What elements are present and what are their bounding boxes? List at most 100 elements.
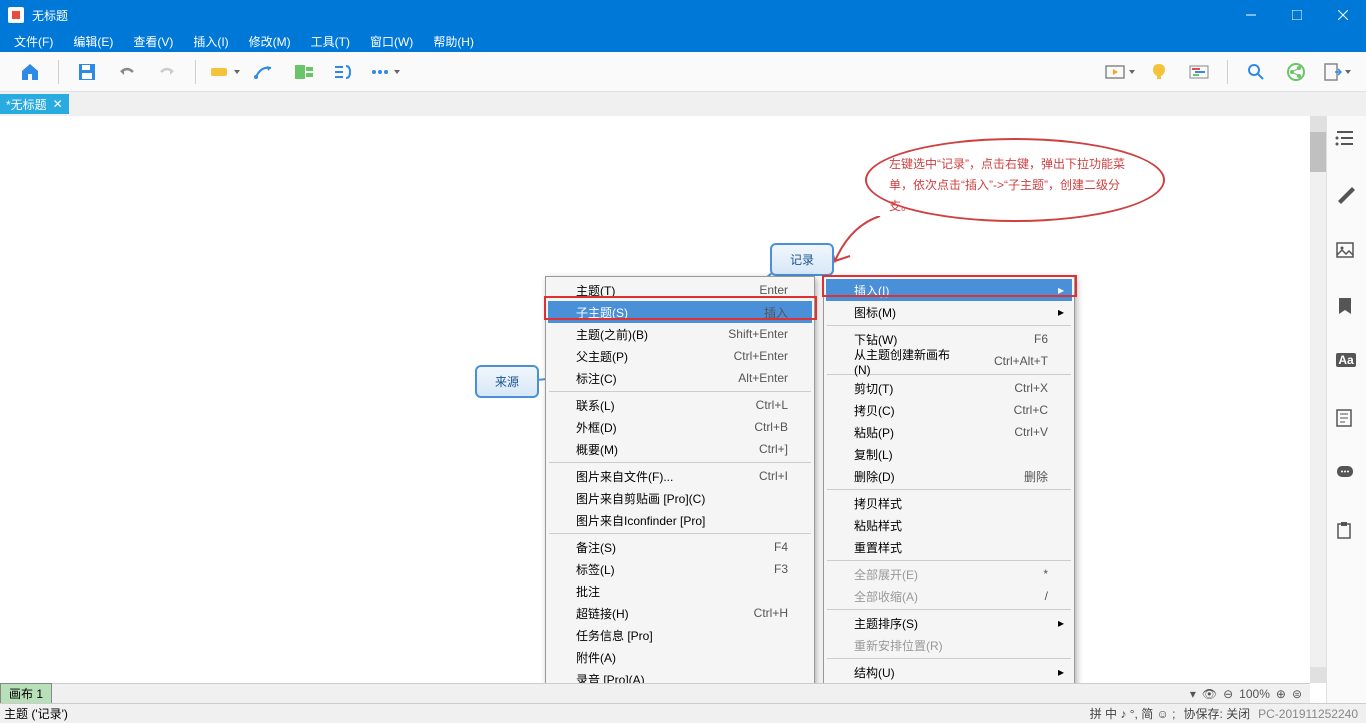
menu-item[interactable]: 粘贴样式 [826,514,1072,536]
pc-name: PC-201911252240 [1258,707,1358,721]
menu-shortcut: F4 [774,540,788,554]
share-button[interactable] [1280,56,1312,88]
node-record[interactable]: 记录 [770,243,834,276]
relationship-button[interactable] [248,56,280,88]
menu-item-label: 剪切(T) [854,380,974,397]
node-source[interactable]: 来源 [475,365,539,398]
zoom-out-button[interactable]: ⊖ [1223,687,1233,701]
menu-file[interactable]: 文件(F) [4,30,63,52]
menu-item[interactable]: 剪切(T)Ctrl+X [826,377,1072,399]
menu-item-label: 拷贝样式 [854,495,1048,512]
task-icon[interactable] [1335,520,1359,544]
fit-button[interactable]: ⊜ [1292,687,1302,701]
menu-item: 重新安排位置(R) [826,634,1072,656]
comments-icon[interactable] [1335,464,1359,488]
menu-item[interactable]: 主题排序(S)▸ [826,612,1072,634]
scroll-thumb[interactable] [1310,132,1326,172]
outline-icon[interactable] [1335,128,1359,152]
tab-close-icon[interactable]: ✕ [53,97,63,111]
menu-item[interactable]: 外框(D)Ctrl+B [548,416,812,438]
menu-item[interactable]: 拷贝样式 [826,492,1072,514]
eye-icon[interactable]: 👁 [1202,687,1217,701]
vertical-scrollbar[interactable] [1310,116,1326,683]
scroll-up-icon[interactable] [1310,116,1326,132]
menu-shortcut: / [1045,589,1048,603]
menu-insert[interactable]: 插入(I) [183,30,238,52]
menu-item[interactable]: 图片来自文件(F)...Ctrl+I [548,465,812,487]
callout-text: 左键选中“记录”，点击右键，弹出下拉功能菜单，依次点击“插入”->“子主题”，创… [889,157,1125,213]
topic-button[interactable] [208,56,240,88]
menu-item[interactable]: 批注 [548,580,812,602]
menu-separator [827,489,1071,490]
menu-item[interactable]: 子主题(S)插入 [548,301,812,323]
menu-item: 全部展开(E)* [826,563,1072,585]
menu-item[interactable]: 图片来自剪贴画 [Pro](C) [548,487,812,509]
sheet-tab[interactable]: 画布 1 [0,683,52,704]
menu-item[interactable]: 图片来自Iconfinder [Pro] [548,509,812,531]
menu-item[interactable]: 复制(L) [826,443,1072,465]
filter-icon[interactable]: ▾ [1190,687,1196,701]
redo-button[interactable] [151,56,183,88]
format-icon[interactable] [1335,184,1359,208]
menu-item[interactable]: 任务信息 [Pro] [548,624,812,646]
boundary-button[interactable] [288,56,320,88]
menu-shortcut: 删除 [1024,468,1048,485]
menu-item[interactable]: 插入(I)▸ [826,279,1072,301]
maximize-button[interactable] [1274,0,1320,30]
menu-modify[interactable]: 修改(M) [239,30,301,52]
menu-item[interactable]: 主题(之前)(B)Shift+Enter [548,323,812,345]
menu-item[interactable]: 附件(A) [548,646,812,668]
menu-view[interactable]: 查看(V) [123,30,183,52]
summary-button[interactable] [328,56,360,88]
menu-tools[interactable]: 工具(T) [301,30,360,52]
text-icon[interactable]: Aa [1335,352,1359,376]
document-tab[interactable]: *无标题 ✕ [0,94,69,114]
menu-help[interactable]: 帮助(H) [423,30,484,52]
scroll-down-icon[interactable] [1310,667,1326,683]
notes-icon[interactable] [1335,408,1359,432]
home-button[interactable] [14,56,46,88]
menu-item[interactable]: 主题(T)Enter [548,279,812,301]
menu-item[interactable]: 超链接(H)Ctrl+H [548,602,812,624]
menu-item[interactable]: 备注(S)F4 [548,536,812,558]
menu-item-label: 批注 [576,583,788,600]
menu-item-label: 概要(M) [576,441,719,458]
gantt-button[interactable] [1183,56,1215,88]
more-button[interactable] [368,56,400,88]
image-icon[interactable] [1335,240,1359,264]
export-button[interactable] [1320,56,1352,88]
menu-item[interactable]: 从主题创建新画布(N)Ctrl+Alt+T [826,350,1072,372]
zoom-in-button[interactable]: ⊕ [1276,687,1286,701]
menu-item[interactable]: 联系(L)Ctrl+L [548,394,812,416]
status-selection: 主题 ('记录') [4,705,1086,722]
status-bar: 主题 ('记录') 拼 中 ♪ °, 简 ☺ ; 协保存: 关闭 PC-2019… [0,703,1366,723]
menu-item[interactable]: 标注(C)Alt+Enter [548,367,812,389]
ime-status[interactable]: 拼 中 ♪ °, 简 ☺ ; [1090,705,1176,722]
menu-separator [827,560,1071,561]
menu-item[interactable]: 图标(M)▸ [826,301,1072,323]
marker-icon[interactable] [1335,296,1359,320]
save-button[interactable] [71,56,103,88]
submenu-arrow-icon: ▸ [1058,283,1064,297]
menu-window[interactable]: 窗口(W) [360,30,423,52]
undo-button[interactable] [111,56,143,88]
menu-item[interactable]: 标签(L)F3 [548,558,812,580]
menu-item[interactable]: 删除(D)删除 [826,465,1072,487]
menu-item[interactable]: 结构(U)▸ [826,661,1072,683]
menu-item[interactable]: 重置样式 [826,536,1072,558]
menu-shortcut: Ctrl+Alt+T [994,354,1048,368]
menu-item[interactable]: 概要(M)Ctrl+] [548,438,812,460]
menu-edit[interactable]: 编辑(E) [63,30,123,52]
menu-separator [827,325,1071,326]
menu-item[interactable]: 粘贴(P)Ctrl+V [826,421,1072,443]
svg-text:Aa: Aa [1338,353,1354,367]
search-button[interactable] [1240,56,1272,88]
menu-item[interactable]: 拷贝(C)Ctrl+C [826,399,1072,421]
idea-button[interactable] [1143,56,1175,88]
menu-item[interactable]: 父主题(P)Ctrl+Enter [548,345,812,367]
presentation-button[interactable] [1103,56,1135,88]
close-button[interactable] [1320,0,1366,30]
zoom-level[interactable]: 100% [1239,687,1270,701]
menu-item-label: 联系(L) [576,397,716,414]
minimize-button[interactable] [1228,0,1274,30]
